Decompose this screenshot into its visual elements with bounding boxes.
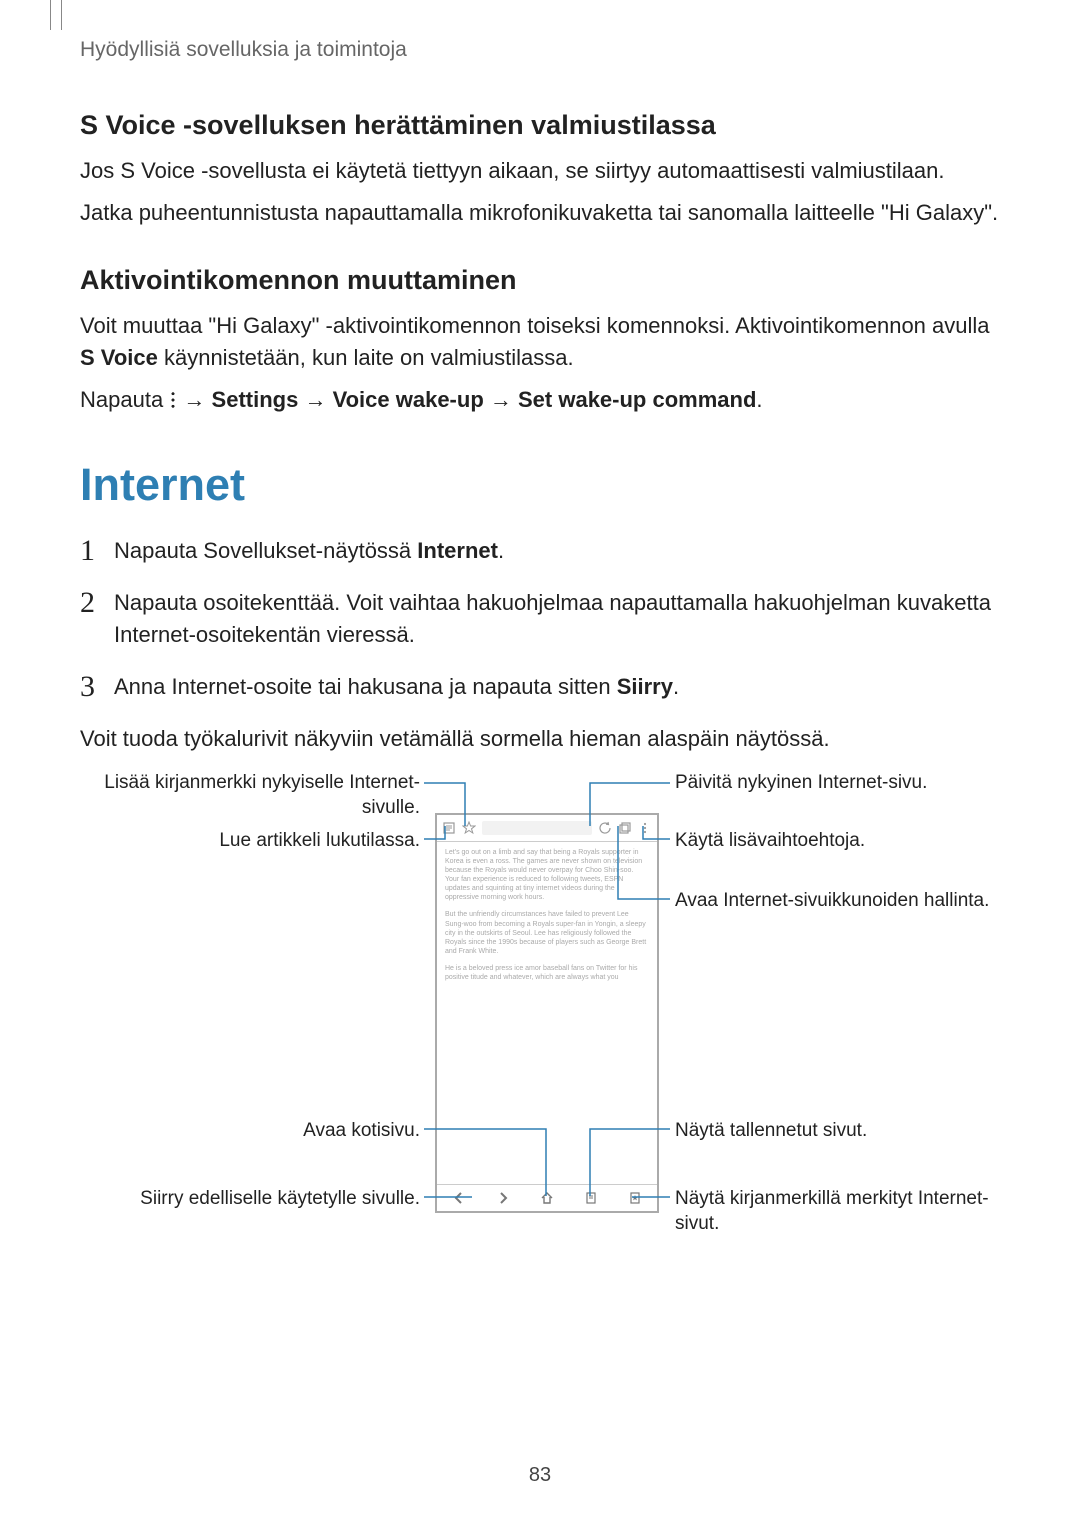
leader-lines: [80, 771, 1000, 1251]
text: Napauta Sovellukset-näytössä: [114, 538, 417, 563]
step-item: Napauta Sovellukset-näytössä Internet.: [80, 535, 1000, 567]
text: →: [484, 387, 518, 412]
text: .: [673, 674, 679, 699]
step-item: Napauta osoitekenttää. Voit vaihtaa haku…: [80, 587, 1000, 651]
paragraph: Napauta → Settings → Voice wake-up → Set…: [80, 384, 1000, 416]
menu-path-voice-wakeup: Voice wake-up: [333, 387, 484, 412]
paragraph: Voit tuoda työkalurivit näkyviin vetämäl…: [80, 723, 1000, 755]
menu-path-settings: Settings: [212, 387, 299, 412]
text-bold: Siirry: [617, 674, 673, 699]
page-tab-mark: [50, 0, 62, 30]
heading-change-wake-command: Aktivointikomennon muuttaminen: [80, 265, 1000, 296]
paragraph: Jos S Voice -sovellusta ei käytetä tiett…: [80, 155, 1000, 187]
text-bold: S Voice: [80, 345, 158, 370]
section-title-internet: Internet: [80, 459, 1000, 511]
paragraph: Voit muuttaa "Hi Galaxy" -aktivointikome…: [80, 310, 1000, 374]
text: →: [177, 387, 211, 412]
text: .: [756, 387, 762, 412]
text-bold: Internet: [417, 538, 498, 563]
page-number: 83: [0, 1464, 1080, 1487]
browser-diagram: Let's go out on a limb and say that bein…: [80, 771, 1000, 1251]
heading-svoice-wake: S Voice -sovelluksen herättäminen valmiu…: [80, 110, 1000, 141]
text: →: [298, 387, 332, 412]
step-item: Anna Internet-osoite tai hakusana ja nap…: [80, 671, 1000, 703]
text: käynnistetään, kun laite on valmiustilas…: [158, 345, 574, 370]
text: Voit muuttaa "Hi Galaxy" -aktivointikome…: [80, 313, 990, 338]
text: Napauta: [80, 387, 169, 412]
text: .: [498, 538, 504, 563]
running-head: Hyödyllisiä sovelluksia ja toimintoja: [80, 38, 1000, 62]
menu-path-set-wakeup: Set wake-up command: [518, 387, 756, 412]
steps-list: Napauta Sovellukset-näytössä Internet. N…: [80, 535, 1000, 703]
text: Anna Internet-osoite tai hakusana ja nap…: [114, 674, 617, 699]
paragraph: Jatka puheentunnistusta napauttamalla mi…: [80, 197, 1000, 229]
